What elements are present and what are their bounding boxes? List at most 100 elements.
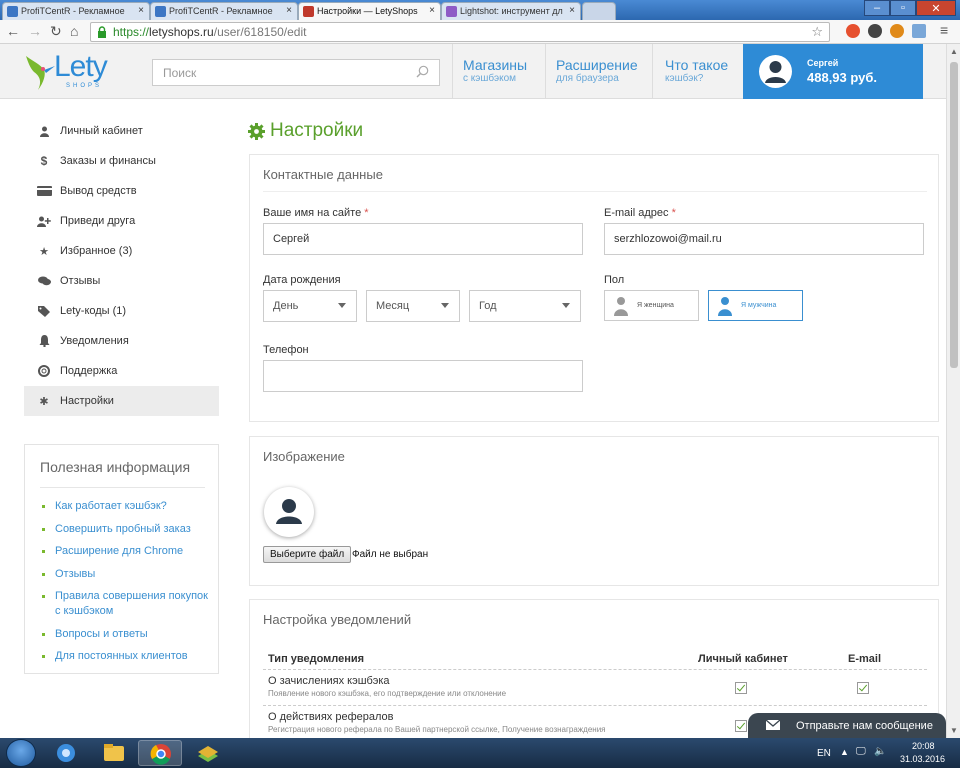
site-favicon-icon	[7, 6, 18, 17]
app-stack-icon	[198, 746, 218, 762]
nav-stores-link[interactable]: Магазины с кэшбэком	[463, 58, 527, 86]
email-field[interactable]: serzhlozowoi@mail.ru	[604, 223, 924, 255]
sidebar-item-support[interactable]: Поддержка	[24, 356, 219, 386]
scroll-down-icon[interactable]: ▼	[950, 726, 958, 735]
info-link[interactable]: Вопросы и ответы	[41, 627, 216, 642]
browser-tab[interactable]: Lightshot: инструмент дл ×	[441, 2, 581, 20]
tab-close-icon[interactable]: ×	[286, 5, 292, 16]
name-value: Сергей	[273, 233, 310, 245]
name-field[interactable]: Сергей	[263, 223, 583, 255]
page-scrollbar[interactable]: ▲ ▼	[946, 44, 960, 738]
clock-date[interactable]: 31.03.2016	[900, 754, 945, 764]
maximize-icon[interactable]: ▫	[890, 0, 916, 16]
browser-tab-active[interactable]: Настройки — LetyShops ×	[298, 2, 441, 20]
sidebar-item-label: Приведи друга	[60, 215, 136, 227]
letyshops-logo[interactable]: Lety SHOPS	[22, 50, 122, 92]
taskbar-app-stack[interactable]	[186, 740, 230, 766]
info-link[interactable]: Как работает кэшбэк?	[41, 499, 216, 514]
cabinet-checkbox[interactable]	[735, 720, 747, 732]
table-row: О зачислениях кэшбэка Появление нового к…	[263, 669, 927, 705]
gender-label: Пол	[604, 274, 625, 286]
taskbar-app-explorer[interactable]	[92, 740, 136, 766]
sidebar-item-lety-codes[interactable]: Lety-коды (1)	[24, 296, 219, 326]
chat-widget-button[interactable]: Отправьте нам сообщение	[748, 713, 946, 738]
phone-field[interactable]	[263, 360, 583, 392]
info-link[interactable]: Расширение для Chrome	[41, 544, 216, 559]
close-window-icon[interactable]: ✕	[916, 0, 956, 16]
sidebar-item-label: Поддержка	[60, 365, 118, 377]
search-icon[interactable]	[416, 65, 429, 78]
month-select[interactable]: Месяц	[366, 290, 460, 322]
day-select[interactable]: День	[263, 290, 357, 322]
sidebar-item-notifications[interactable]: Уведомления	[24, 326, 219, 356]
select-value: День	[273, 300, 299, 312]
extension-icon[interactable]	[890, 24, 904, 38]
sidebar-item-favorites[interactable]: ★ Избранное (3)	[24, 236, 219, 266]
scroll-up-icon[interactable]: ▲	[950, 47, 958, 56]
address-bar[interactable]: https://letyshops.ru/user/618150/edit ☆	[90, 22, 830, 42]
folder-icon	[104, 744, 124, 761]
gender-male-button[interactable]: Я мужчина	[708, 290, 803, 321]
info-link[interactable]: Для постоянных клиентов	[41, 649, 216, 664]
browser-tab[interactable]: ProfiTCentR - Рекламное ×	[150, 2, 298, 20]
url-scheme: https://	[113, 25, 150, 39]
sidebar-item-invite[interactable]: Приведи друга	[24, 206, 219, 236]
sidebar-item-orders[interactable]: $ Заказы и финансы	[24, 146, 219, 176]
info-link[interactable]: Правила совершения покупок с кэшбэком	[41, 589, 216, 619]
required-mark: *	[364, 207, 369, 219]
sidebar-item-withdraw[interactable]: Вывод средств	[24, 176, 219, 206]
scrollbar-thumb[interactable]	[950, 62, 958, 368]
sidebar-item-settings[interactable]: ✱ Настройки	[24, 386, 219, 416]
sidebar-item-cabinet[interactable]: Личный кабинет	[24, 116, 219, 146]
bookmark-star-icon[interactable]: ☆	[811, 24, 823, 40]
tab-close-icon[interactable]: ×	[569, 5, 575, 16]
site-favicon-icon	[155, 6, 166, 17]
extension-icon[interactable]	[912, 24, 926, 38]
menu-hamburger-icon[interactable]: ≡	[940, 22, 948, 38]
required-mark: *	[671, 207, 676, 219]
search-input[interactable]: Поиск	[152, 59, 440, 86]
volume-icon[interactable]: 🔈	[874, 746, 886, 757]
label-text: Ваше имя на сайте	[263, 207, 362, 219]
forward-arrow-icon[interactable]: →	[28, 23, 42, 39]
cabinet-checkbox[interactable]	[735, 682, 747, 694]
row-title: О зачислениях кэшбэка	[268, 675, 390, 687]
home-icon[interactable]: ⌂	[70, 23, 78, 39]
bell-icon	[36, 335, 52, 347]
hummingbird-logo-icon	[26, 56, 55, 90]
minimize-icon[interactable]: –	[864, 0, 890, 16]
nav-extension-link[interactable]: Расширение для браузера	[556, 58, 638, 86]
choose-file-button[interactable]: Выберите файл	[263, 546, 352, 563]
browser-tab[interactable]: ProfiTCentR - Рекламное ×	[2, 2, 150, 20]
nav-separator	[452, 44, 453, 99]
taskbar-app-chrome[interactable]	[138, 740, 182, 766]
start-button[interactable]	[6, 739, 36, 767]
new-tab-button[interactable]	[582, 2, 616, 20]
nav-what-is-cashback-link[interactable]: Что такое кэшбэк?	[665, 58, 728, 86]
nav-subtitle: для браузера	[556, 73, 619, 84]
page-title: Настройки	[248, 120, 363, 142]
tab-close-icon[interactable]: ×	[138, 5, 144, 16]
sidebar-item-reviews[interactable]: Отзывы	[24, 266, 219, 296]
user-silhouette-icon	[765, 61, 786, 83]
gender-female-button[interactable]: Я женщина	[604, 290, 699, 321]
taskbar-app-ie[interactable]	[44, 740, 88, 766]
language-indicator[interactable]: EN	[817, 748, 831, 759]
tab-close-icon[interactable]: ×	[429, 5, 435, 16]
network-icon[interactable]: 🖵	[856, 746, 866, 757]
info-link[interactable]: Совершить пробный заказ	[41, 522, 216, 537]
extension-icon[interactable]	[868, 24, 882, 38]
back-arrow-icon[interactable]: ←	[6, 23, 20, 39]
year-select[interactable]: Год	[469, 290, 581, 322]
info-link[interactable]: Отзывы	[41, 567, 216, 582]
sidebar-item-label: Lety-коды (1)	[60, 305, 127, 317]
clock-time[interactable]: 20:08	[912, 741, 935, 751]
extension-icon[interactable]	[846, 24, 860, 38]
sidebar-item-label: Личный кабинет	[60, 125, 143, 137]
column-header: E-mail	[848, 653, 882, 665]
user-account-box[interactable]: Сергей 488,93 руб.	[743, 44, 923, 99]
lifebuoy-icon	[36, 365, 52, 377]
tray-arrow-icon[interactable]: ▲	[840, 747, 849, 757]
reload-icon[interactable]: ↻	[50, 23, 62, 40]
email-checkbox[interactable]	[857, 682, 869, 694]
